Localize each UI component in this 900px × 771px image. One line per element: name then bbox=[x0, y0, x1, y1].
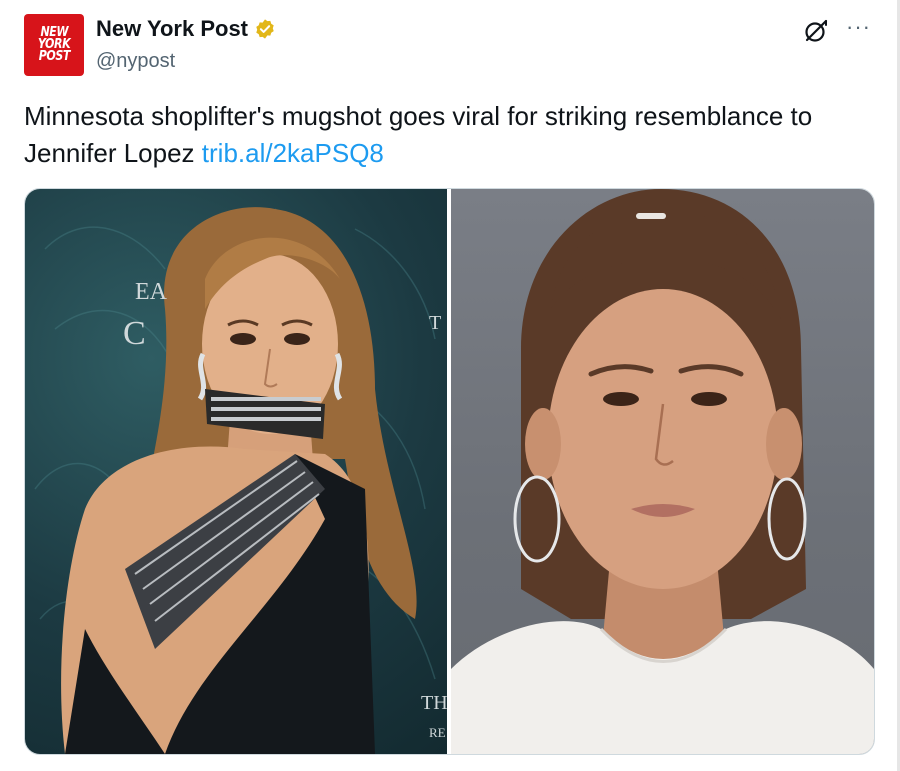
backdrop-letters-5: RE bbox=[429, 725, 446, 740]
verified-badge-icon bbox=[256, 19, 274, 39]
backdrop-letters-3: T bbox=[429, 312, 441, 334]
photo-right[interactable] bbox=[451, 189, 874, 754]
author-handle[interactable]: @nypost bbox=[96, 50, 175, 73]
photo-left[interactable]: EA C T TH RE bbox=[25, 189, 447, 754]
media-grid[interactable]: EA C T TH RE bbox=[24, 188, 875, 755]
avatar-line-3: POST bbox=[38, 49, 70, 64]
grok-icon[interactable] bbox=[803, 18, 829, 44]
author-name-row[interactable]: New York Post bbox=[96, 16, 276, 42]
tweet-link[interactable]: trib.al/2kaPSQ8 bbox=[202, 138, 384, 168]
photo-right-illustration bbox=[451, 189, 874, 754]
backdrop-letters-1: EA bbox=[135, 279, 168, 305]
tweet-body: Minnesota shoplifter's mugshot goes vira… bbox=[24, 101, 813, 168]
backdrop-letters-2: C bbox=[123, 315, 146, 352]
photo-left-illustration: EA C T TH RE bbox=[34, 207, 447, 754]
avatar[interactable]: NEW YORK POST bbox=[24, 14, 84, 76]
author-name[interactable]: New York Post bbox=[96, 16, 248, 42]
tweet-text: Minnesota shoplifter's mugshot goes vira… bbox=[24, 98, 864, 172]
more-icon[interactable]: ··· bbox=[846, 14, 871, 40]
backdrop-letters-4: TH bbox=[421, 692, 447, 714]
